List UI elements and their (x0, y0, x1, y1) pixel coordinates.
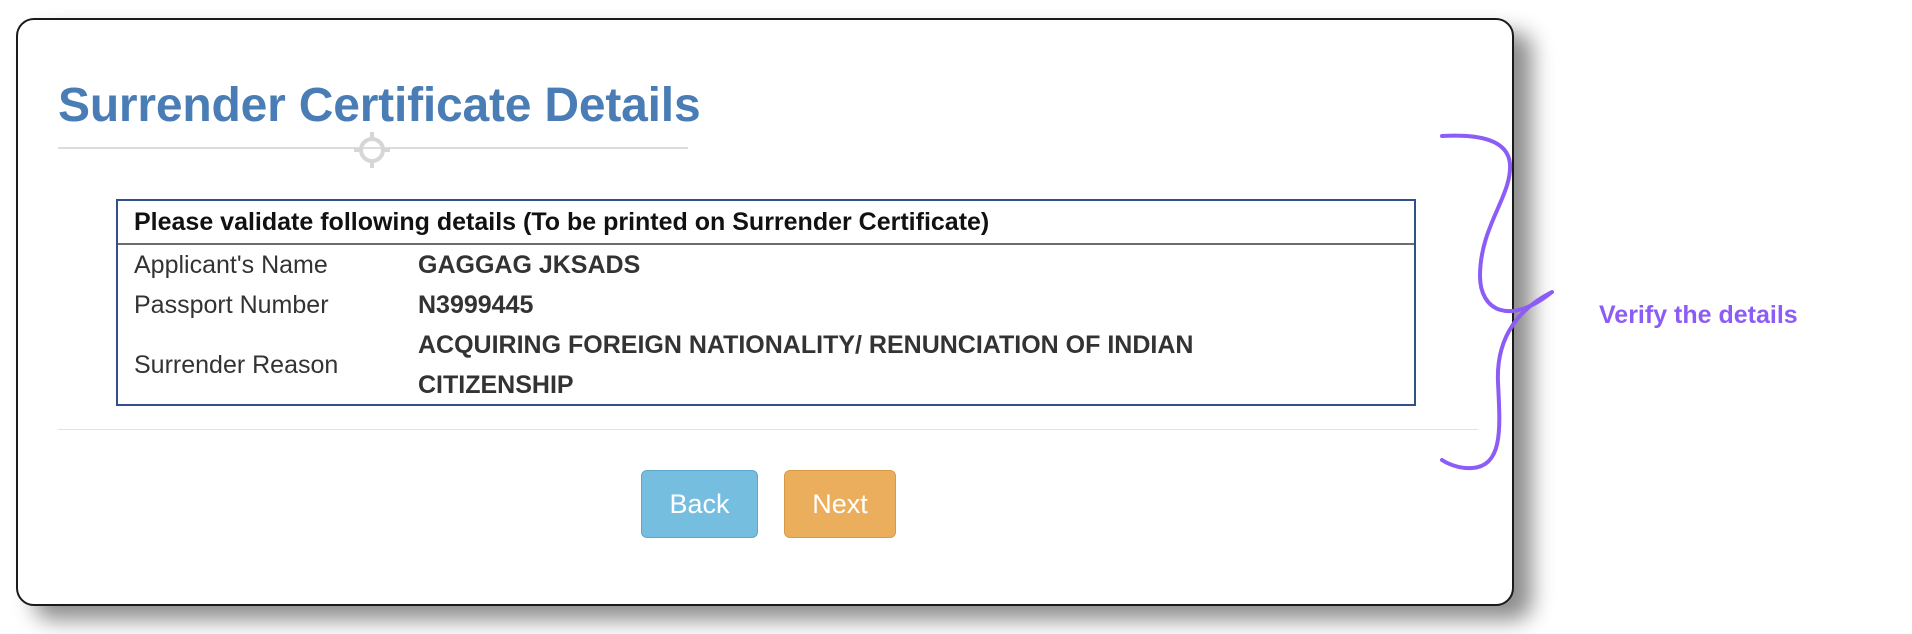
detail-row-applicant-name: Applicant's Name GAGGAG JKSADS (118, 245, 1414, 285)
back-button[interactable]: Back (641, 470, 758, 538)
form-separator (58, 429, 1478, 430)
crosshair-icon (354, 132, 390, 168)
details-header: Please validate following details (To be… (118, 201, 1414, 245)
surrender-reason-label: Surrender Reason (134, 350, 339, 379)
passport-number-label: Passport Number (134, 290, 329, 319)
surrender-details-card: Surrender Certificate Details Please val… (16, 18, 1514, 606)
applicant-name-value: GAGGAG JKSADS (418, 251, 641, 279)
applicant-name-label: Applicant's Name (134, 250, 328, 279)
detail-row-surrender-reason: Surrender Reason ACQUIRING FOREIGN NATIO… (118, 325, 1414, 405)
details-table: Please validate following details (To be… (116, 199, 1416, 406)
detail-row-passport-number: Passport Number N3999445 (118, 285, 1414, 325)
next-button[interactable]: Next (784, 470, 896, 538)
surrender-reason-value: ACQUIRING FOREIGN NATIONALITY/ RENUNCIAT… (418, 331, 1194, 399)
page-title: Surrender Certificate Details (58, 79, 701, 132)
annotation-text: Verify the details (1599, 301, 1798, 329)
curly-brace-icon (1440, 133, 1554, 471)
passport-number-value: N3999445 (418, 291, 534, 319)
